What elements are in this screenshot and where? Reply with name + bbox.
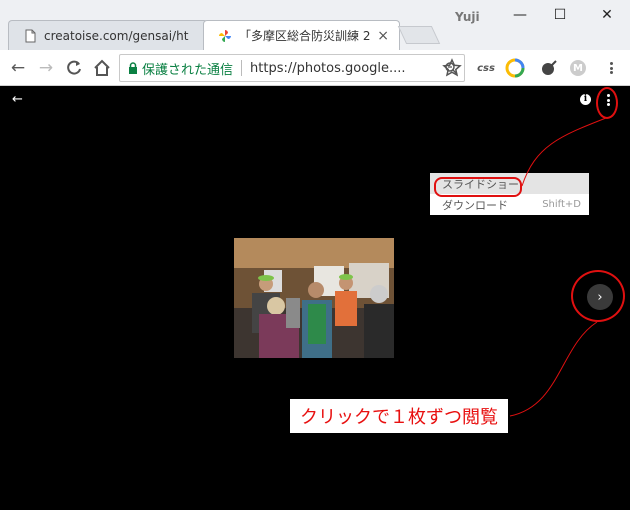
menu-item-shortcut: Shift+D [542,199,581,210]
forward-button[interactable]: → [36,58,56,78]
info-icon[interactable]: i [580,94,591,105]
lock-icon [129,62,137,74]
tab-creatoise[interactable]: creatoise.com/gensai/ht [8,20,208,50]
close-window-button[interactable]: ✕ [592,5,622,25]
tab-title: creatoise.com/gensai/ht [44,28,189,43]
tab-strip: creatoise.com/gensai/ht 「多摩区総合防災訓練 20 × … [0,0,630,50]
annotation-ring-menu [434,177,522,197]
viewer-back-button[interactable]: ← [12,92,23,107]
reload-icon[interactable] [64,58,84,78]
browser-window: creatoise.com/gensai/ht 「多摩区総合防災訓練 20 × … [0,0,630,510]
address-bar[interactable]: 保護された通信 https://photos.google.... [119,54,465,82]
menu-icon[interactable] [601,58,621,78]
url-text: https://photos.google.... [250,60,406,76]
annotation-ring-next [571,270,625,322]
new-tab-button[interactable] [397,26,441,44]
chrome-color-icon[interactable] [505,58,525,78]
star-icon[interactable] [442,58,462,78]
minimize-button[interactable]: — [505,5,535,25]
tab-close-button[interactable]: × [377,28,389,44]
home-icon[interactable] [92,58,112,78]
secure-label: 保護された通信 [142,62,234,78]
pen-extension-icon[interactable] [539,58,559,78]
event-photo[interactable] [234,238,394,358]
address-divider [241,60,243,76]
tab-title: 「多摩区総合防災訓練 20 [239,29,372,43]
google-photos-icon [219,29,231,42]
maximize-button[interactable]: ☐ [545,5,575,25]
back-button[interactable]: ← [8,58,28,78]
browser-toolbar: ← → 保護された通信 https://photos.google.... cs… [0,50,630,86]
user-m-icon[interactable]: M [570,60,586,76]
annotation-ring-more [596,87,618,119]
menu-item-download[interactable]: ダウンロード Shift+D [430,194,589,215]
css-extension-icon[interactable]: css [476,58,496,78]
photo-viewer: ← i スライドショー ダウンロード Shift+D › クリックで１枚ずつ閲覧 [0,86,630,510]
profile-name[interactable]: Yuji [455,10,480,24]
annotation-callout: クリックで１枚ずつ閲覧 [290,399,508,433]
document-icon [25,29,36,42]
tab-tama-drill[interactable]: 「多摩区総合防災訓練 20 × [203,20,400,50]
menu-item-label: ダウンロード [442,198,508,212]
